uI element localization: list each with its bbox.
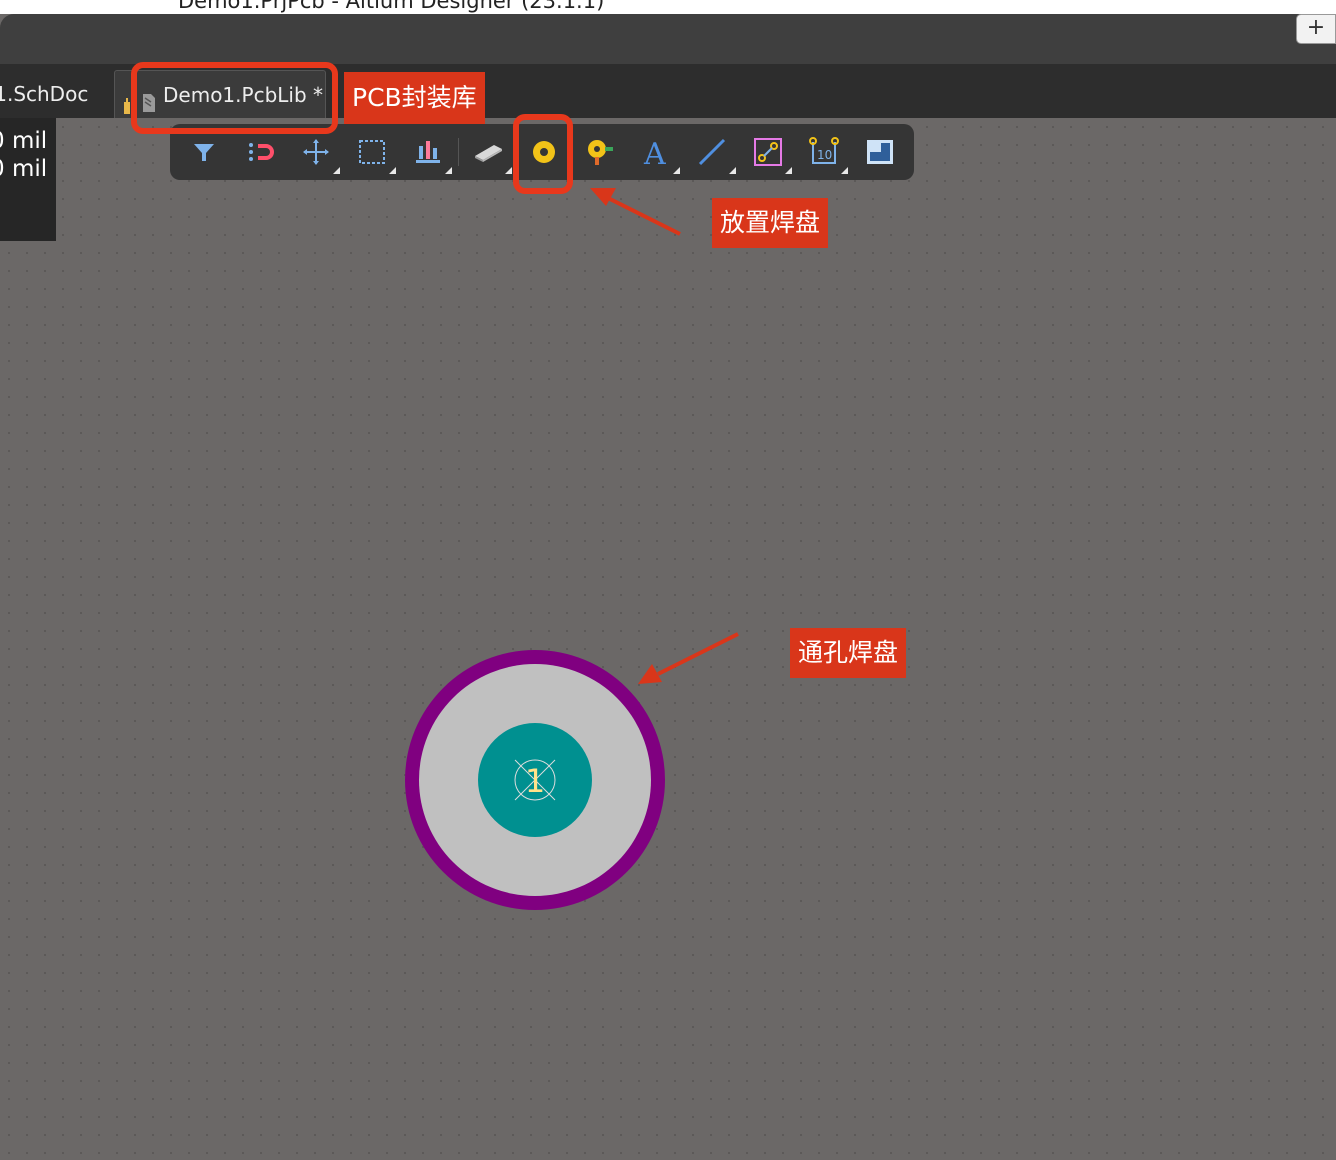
arrow-to-pad	[638, 632, 739, 684]
pad-designator: 1	[525, 762, 545, 800]
through-hole-pad[interactable]: 1	[405, 650, 665, 910]
arrow-to-place-pad	[590, 188, 681, 236]
overlay-graphics: 1	[405, 188, 739, 910]
